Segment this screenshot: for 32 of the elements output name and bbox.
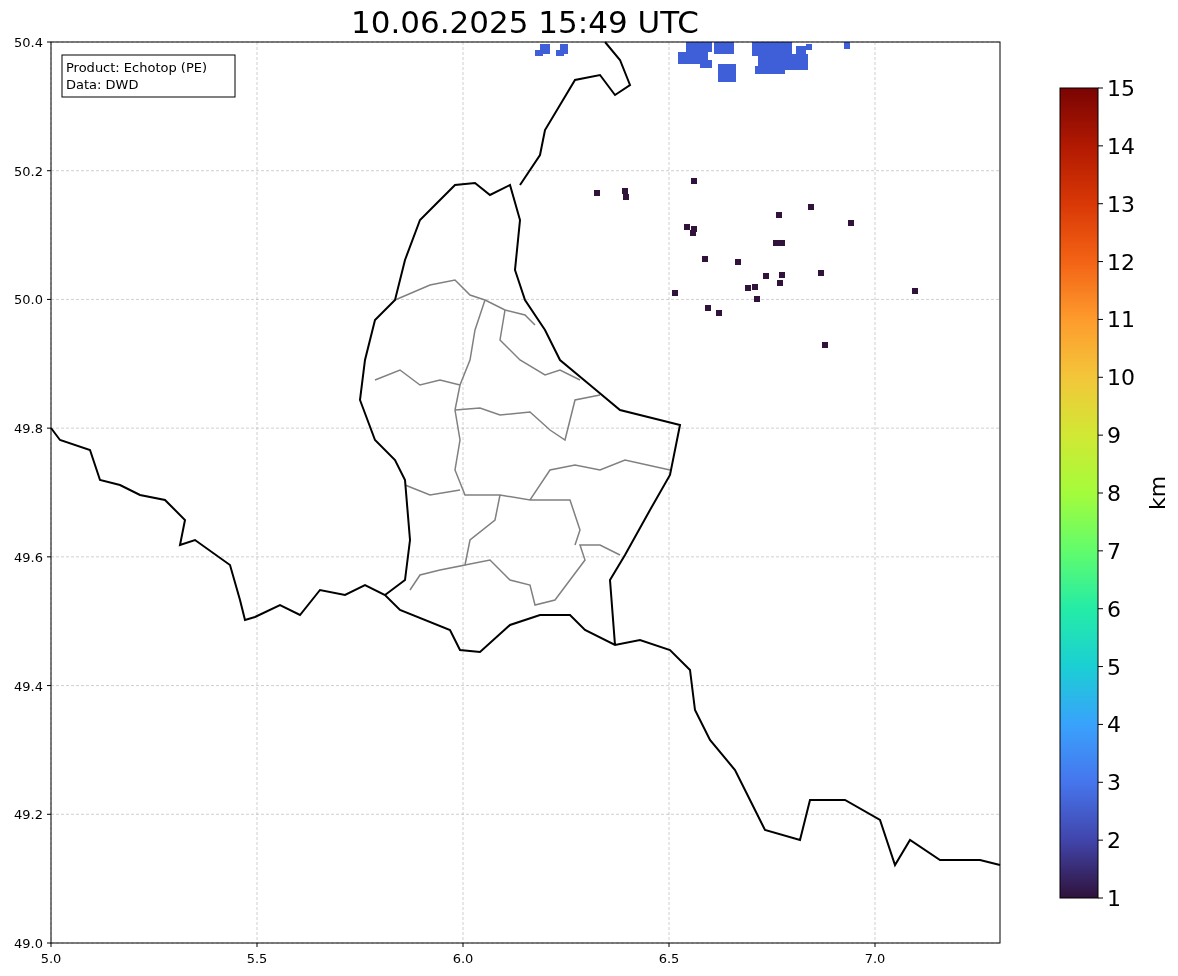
- colorbar-tick-label: 3: [1107, 770, 1121, 796]
- axis-tick-label: 49.2: [14, 807, 43, 823]
- axis-tick-label: 5.5: [246, 951, 268, 966]
- colorbar-tick-label: 12: [1107, 249, 1135, 275]
- axis-tick-label: 6.5: [658, 951, 680, 966]
- colorbar-tick-label: 5: [1107, 654, 1121, 680]
- axis-tick-label: 5.0: [40, 951, 62, 966]
- colorbar-tick-label: 2: [1107, 828, 1121, 854]
- colorbar-tick-label: 9: [1107, 423, 1121, 449]
- colorbar-tick-label: 14: [1107, 133, 1135, 159]
- axis-tick-label: 50.2: [14, 163, 43, 179]
- colorbar-tick-label: 1: [1107, 886, 1121, 911]
- colorbar-tick-label: 7: [1107, 538, 1121, 564]
- axis-tick-label: 50.0: [14, 292, 43, 308]
- axis-tick-label: 49.0: [14, 936, 43, 951]
- colorbar-tick-label: 15: [1107, 76, 1135, 101]
- chart-title: 10.06.2025 15:49 UTC: [351, 4, 699, 40]
- colorbar-tick-label: 8: [1107, 481, 1121, 506]
- colorbar-label: km: [1145, 475, 1170, 511]
- colorbar-tick-label: 11: [1107, 307, 1135, 333]
- colorbar-tick-label: 6: [1107, 596, 1121, 622]
- colorbar-tick-label: 4: [1107, 712, 1121, 738]
- colorbar-tick-label: 10: [1107, 365, 1135, 391]
- colorbar-tick-label: 13: [1107, 191, 1135, 217]
- axis-tick-label: 49.6: [14, 549, 43, 565]
- axis-tick-label: 49.8: [14, 421, 43, 437]
- axis-tick-label: 49.4: [14, 678, 43, 694]
- info-text: Product: Echotop (PE): [66, 60, 208, 75]
- axis-tick-label: 7.0: [864, 951, 886, 966]
- axis-tick-label: 50.4: [14, 35, 43, 50]
- axis-tick-label: 6.0: [452, 951, 474, 966]
- info-text: Data: DWD: [66, 77, 139, 92]
